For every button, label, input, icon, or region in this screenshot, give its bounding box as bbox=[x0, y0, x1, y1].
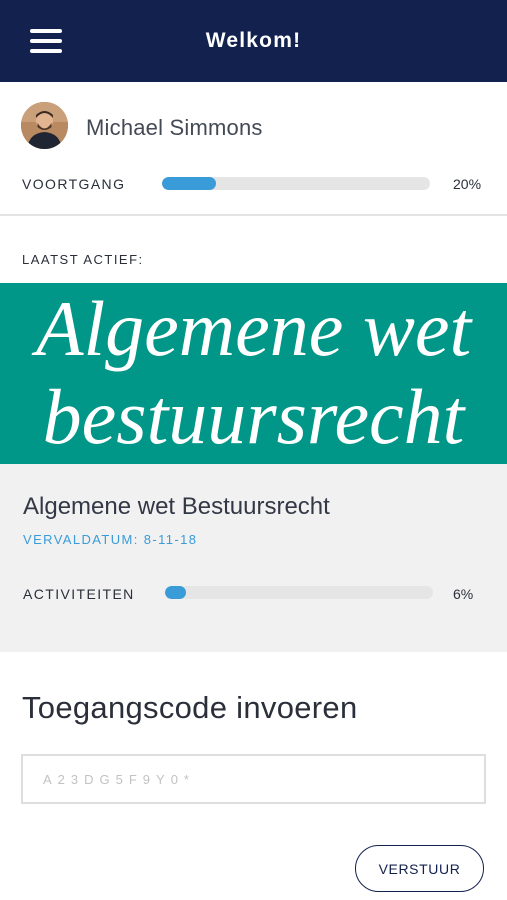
avatar[interactable] bbox=[21, 102, 68, 149]
progress-label: VOORTGANG bbox=[22, 176, 126, 192]
profile-section: Michael Simmons VOORTGANG 20% bbox=[0, 82, 507, 215]
course-due-date: VERVALDATUM: 8-11-18 bbox=[23, 532, 198, 547]
activities-progress-bar bbox=[165, 586, 433, 599]
banner-title-line2: bestuursrecht bbox=[42, 373, 465, 460]
divider bbox=[0, 214, 507, 216]
course-card[interactable]: Algemene wet Bestuursrecht VERVALDATUM: … bbox=[0, 464, 507, 652]
activities-percent: 6% bbox=[453, 586, 474, 602]
activities-label: ACTIVITEITEN bbox=[23, 586, 135, 602]
avatar-image bbox=[21, 102, 68, 149]
progress-percent: 20% bbox=[453, 176, 482, 192]
course-banner[interactable]: Algemene wet bestuursrecht bbox=[0, 283, 507, 464]
page-title: Welkom! bbox=[205, 29, 302, 52]
progress-bar-fill bbox=[162, 177, 216, 190]
access-code-heading: Toegangscode invoeren bbox=[22, 690, 358, 725]
top-bar: Welkom! bbox=[0, 0, 507, 82]
submit-button[interactable]: VERSTUUR bbox=[355, 845, 484, 892]
user-name: Michael Simmons bbox=[86, 115, 263, 140]
banner-title-line1: Algemene wet bbox=[35, 285, 472, 372]
access-code-input[interactable] bbox=[21, 754, 486, 804]
activities-progress-fill bbox=[165, 586, 187, 599]
course-title: Algemene wet Bestuursrecht bbox=[23, 493, 330, 520]
last-active-label: LAATST ACTIEF: bbox=[22, 252, 144, 267]
progress-bar bbox=[162, 177, 430, 190]
